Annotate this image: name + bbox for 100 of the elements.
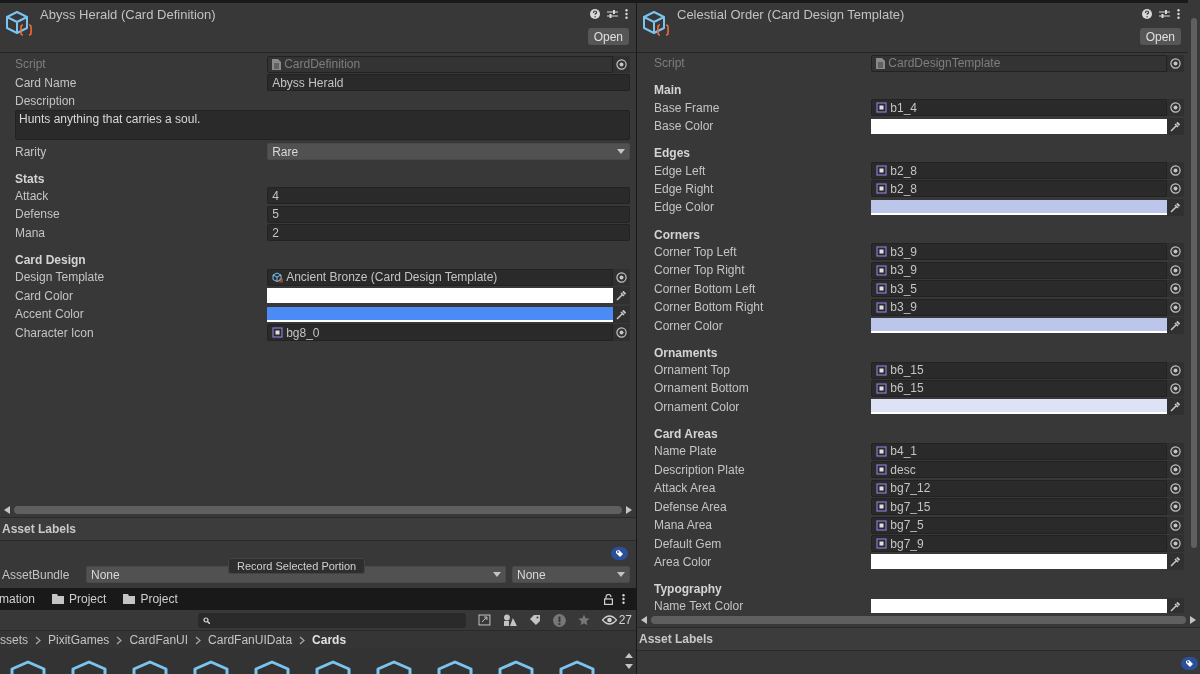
breadcrumb-link[interactable]: PixitGames (48, 633, 110, 647)
shapes-filter-icon[interactable] (503, 614, 517, 626)
visibility-eye-icon[interactable] (601, 615, 617, 625)
horizontal-scrollbar[interactable] (651, 616, 1186, 624)
object-field[interactable]: bg7_12 (871, 479, 1167, 497)
label-tag-icon[interactable] (611, 547, 628, 560)
sliders-icon[interactable] (607, 9, 618, 19)
object-field[interactable]: bg7_5 (871, 516, 1167, 534)
dropdown-field[interactable]: Rare (267, 143, 630, 161)
object-field[interactable]: b3_9 (871, 298, 1167, 316)
color-swatch[interactable] (871, 199, 1167, 215)
eyedropper-button[interactable] (1167, 398, 1184, 416)
color-swatch[interactable] (871, 399, 1167, 415)
scroll-right-arrow-icon[interactable] (1190, 616, 1196, 624)
object-field[interactable]: b4_1 (871, 442, 1167, 460)
text-field[interactable]: 4 (267, 187, 630, 205)
target-icon (1170, 283, 1181, 295)
object-field[interactable]: Ancient Bronze (Card Design Template) (267, 268, 613, 286)
object-field[interactable]: desc (871, 461, 1167, 479)
object-field[interactable]: b6_15 (871, 361, 1167, 379)
object-field[interactable]: b1_4 (871, 99, 1167, 117)
object-field[interactable]: bg7_15 (871, 498, 1167, 516)
text-field[interactable]: 2 (267, 224, 630, 242)
scroll-left-arrow-icon[interactable] (4, 506, 10, 514)
asset-variant-dropdown[interactable]: None (512, 566, 630, 583)
object-field[interactable]: b3_5 (871, 280, 1167, 298)
object-field[interactable]: bg7_9 (871, 535, 1167, 553)
text-field[interactable]: 5 (267, 205, 630, 223)
object-picker-button[interactable] (1167, 99, 1184, 117)
eyedropper-button[interactable] (1167, 597, 1184, 613)
color-swatch[interactable] (871, 598, 1167, 613)
warning-filter-icon[interactable] (552, 613, 566, 627)
window-tab[interactable]: Project (52, 592, 110, 606)
more-menu-icon[interactable] (1177, 9, 1180, 19)
object-picker-button[interactable] (1167, 261, 1184, 279)
open-button[interactable]: Open (587, 28, 629, 45)
object-picker-button[interactable] (1167, 162, 1184, 180)
text-field[interactable]: Abyss Herald (267, 74, 630, 92)
object-name: b6_15 (890, 363, 924, 378)
scroll-up-arrow-icon[interactable] (625, 653, 633, 658)
object-field[interactable]: b3_9 (871, 243, 1167, 261)
scroll-right-arrow-icon[interactable] (626, 506, 632, 514)
object-picker-button[interactable] (1167, 243, 1184, 261)
breadcrumb-link[interactable]: CardFanUI (129, 633, 189, 647)
lock-icon[interactable] (604, 593, 613, 605)
object-picker-button[interactable] (1167, 442, 1184, 460)
horizontal-scrollbar[interactable] (14, 506, 622, 514)
eyedropper-button[interactable] (613, 305, 630, 323)
object-field[interactable]: b6_15 (871, 379, 1167, 397)
description-text-area[interactable]: Hunts anything that carries a soul. (15, 110, 630, 141)
object-picker-button[interactable] (1167, 280, 1184, 298)
object-field[interactable]: bg8_0 (267, 324, 613, 342)
object-picker-button[interactable] (1167, 516, 1184, 534)
more-menu-icon[interactable] (625, 9, 628, 19)
help-icon[interactable] (1142, 9, 1152, 19)
search-field[interactable] (198, 612, 467, 628)
eyedropper-button[interactable] (1167, 553, 1184, 571)
scroll-left-arrow-icon[interactable] (641, 616, 647, 624)
object-picker-button[interactable] (613, 55, 630, 73)
object-name: b6_15 (890, 381, 924, 396)
object-picker-button[interactable] (1167, 479, 1184, 497)
star-icon[interactable] (577, 614, 590, 626)
chevron-right-icon (116, 635, 123, 645)
window-tab[interactable]: Project (123, 592, 181, 606)
eyedropper-button[interactable] (1167, 117, 1184, 135)
object-picker-button[interactable] (613, 268, 630, 286)
object-picker-button[interactable] (1167, 461, 1184, 479)
color-swatch[interactable] (871, 318, 1167, 334)
object-picker-button[interactable] (1167, 379, 1184, 397)
label-filter-icon[interactable] (528, 614, 541, 626)
eyedropper-button[interactable] (1167, 317, 1184, 335)
object-field[interactable]: b3_9 (871, 261, 1167, 279)
color-swatch[interactable] (267, 288, 613, 304)
breadcrumb-link[interactable]: ssets (0, 633, 28, 647)
open-button[interactable]: Open (1139, 28, 1181, 45)
eyedropper-button[interactable] (1167, 198, 1184, 216)
breadcrumb-link[interactable]: CardFanUIData (208, 633, 293, 647)
label-tag-icon[interactable] (1181, 657, 1198, 670)
sliders-icon[interactable] (1159, 9, 1170, 19)
more-menu-icon[interactable] (622, 594, 625, 604)
vertical-scrollbar[interactable] (1191, 18, 1197, 548)
color-swatch[interactable] (871, 118, 1167, 134)
color-swatch[interactable] (267, 306, 613, 322)
object-picker-button[interactable] (1167, 180, 1184, 198)
object-picker-button[interactable] (1167, 498, 1184, 516)
color-swatch[interactable] (871, 554, 1167, 570)
object-field[interactable]: b2_8 (871, 162, 1167, 180)
eyedropper-button[interactable] (613, 287, 630, 305)
object-picker-button[interactable] (1167, 361, 1184, 379)
window-tab[interactable]: mation (0, 592, 39, 606)
object-field[interactable]: b2_8 (871, 180, 1167, 198)
open-window-icon[interactable] (478, 614, 491, 626)
eyedropper-icon (1170, 401, 1181, 413)
help-icon[interactable] (590, 9, 600, 19)
scroll-down-arrow-icon[interactable] (625, 664, 633, 669)
object-picker-button[interactable] (613, 324, 630, 342)
object-picker-button[interactable] (1167, 54, 1184, 72)
object-picker-button[interactable] (1167, 535, 1184, 553)
breadcrumb-link[interactable]: Cards (312, 633, 347, 647)
object-picker-button[interactable] (1167, 298, 1184, 316)
